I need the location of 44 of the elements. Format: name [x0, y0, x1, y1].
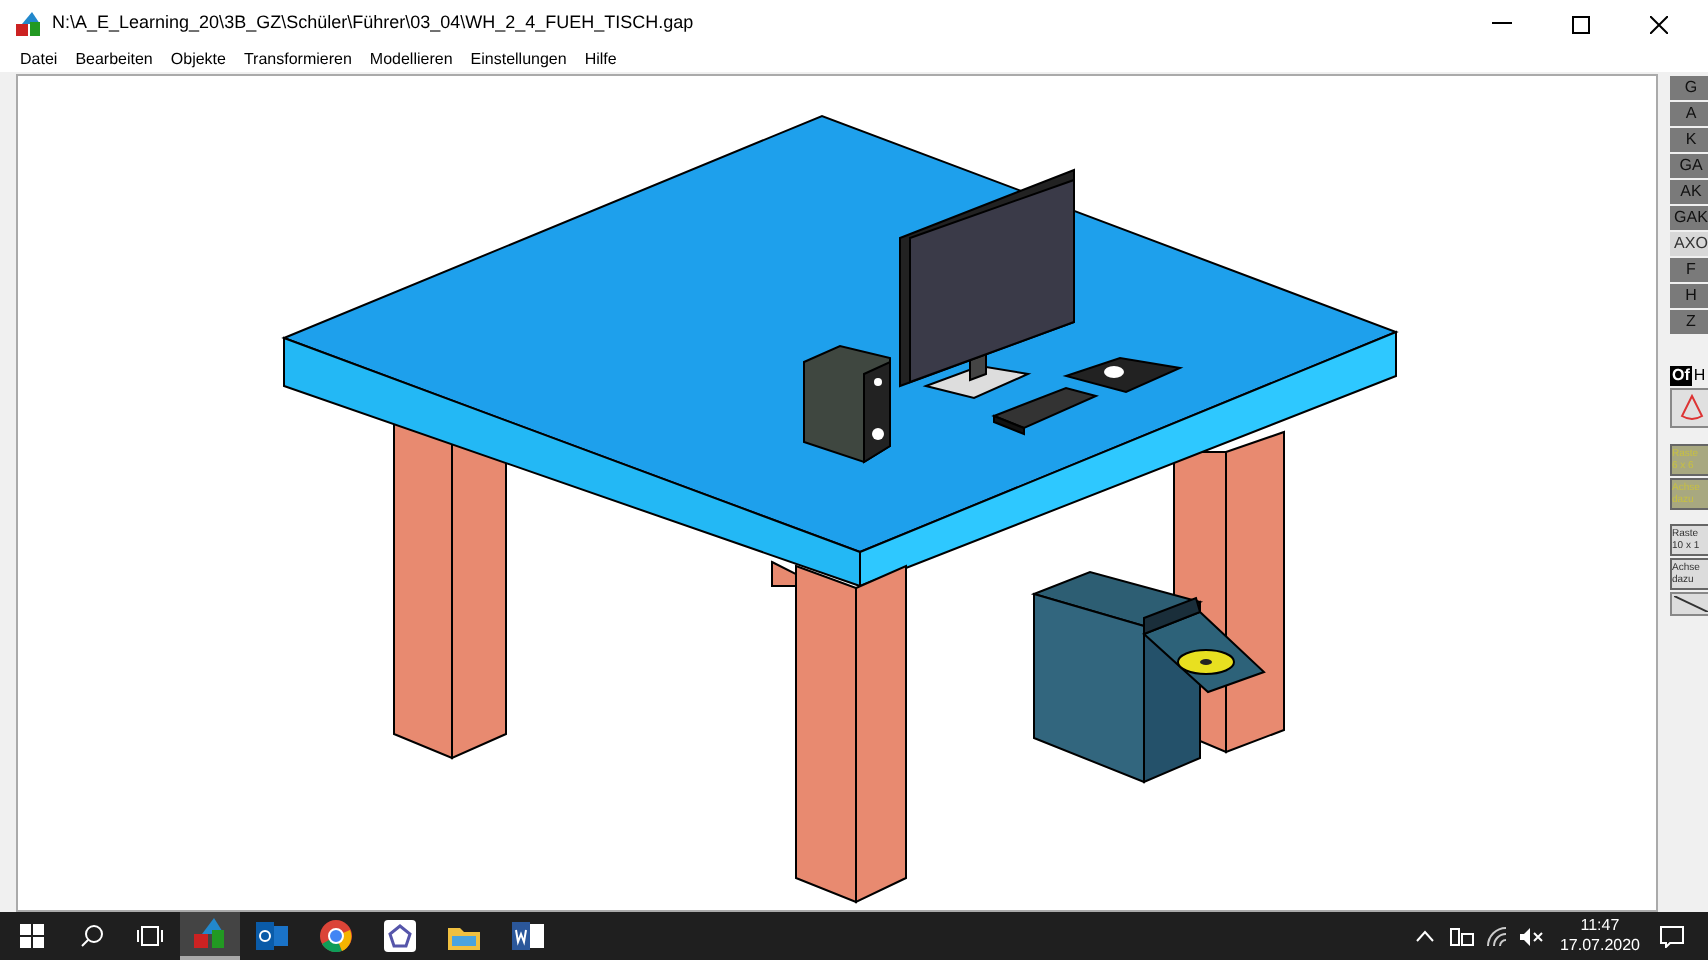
clock-time: 11:47: [1580, 916, 1620, 936]
task-view-icon: [136, 926, 164, 946]
app-icon: [16, 11, 42, 37]
chevron-up-icon[interactable]: [1415, 930, 1434, 942]
wifi-signal-icon[interactable]: [1485, 926, 1508, 946]
menu-item[interactable]: Modellieren: [369, 52, 453, 68]
view-button[interactable]: GA: [1670, 154, 1708, 178]
close-icon: [1649, 15, 1667, 33]
mode-label: H: [1691, 366, 1708, 386]
app-icon: [194, 918, 226, 950]
view-button[interactable]: H: [1670, 284, 1708, 308]
view-button[interactable]: F: [1670, 258, 1708, 282]
cone-icon: [1679, 394, 1703, 422]
view-button[interactable]: A: [1670, 102, 1708, 126]
folder-icon: [448, 923, 480, 949]
menu-item[interactable]: Bearbeiten: [75, 52, 153, 68]
notification-icon[interactable]: [1660, 925, 1684, 947]
menu-item[interactable]: Transformieren: [243, 52, 352, 68]
clock-date: 17.07.2020: [1559, 936, 1640, 956]
view-button[interactable]: GAK: [1670, 206, 1708, 230]
search-icon: [80, 924, 104, 948]
speaker-muted-icon[interactable]: [1519, 927, 1544, 945]
menu-item[interactable]: Einstellungen: [470, 52, 567, 68]
line-tool-button[interactable]: [1670, 592, 1708, 616]
browser-icon: [320, 920, 352, 952]
view-button[interactable]: AXO: [1670, 232, 1708, 256]
pentagon-app-icon: [384, 920, 416, 952]
view-button[interactable]: Z: [1670, 310, 1708, 334]
maximize-icon: [1571, 15, 1589, 33]
network-icon[interactable]: [1449, 927, 1474, 945]
view-button[interactable]: K: [1670, 128, 1708, 152]
windows-logo-icon: [20, 924, 44, 948]
view-button[interactable]: G: [1670, 76, 1708, 100]
view-button[interactable]: AK: [1670, 180, 1708, 204]
mode-label[interactable]: Of: [1670, 366, 1692, 386]
window-title: N:\A_E_Learning_20\3B_GZ\Schüler\Führer\03_04\WH_2_4_FUEH_TISCH.gap: [52, 10, 694, 37]
cone-tool-button[interactable]: [1670, 388, 1708, 428]
diagonal-line-icon: [1674, 596, 1708, 612]
document-app-icon: [512, 922, 544, 950]
menu-item[interactable]: Objekte: [170, 52, 226, 68]
mail-app-icon: [256, 922, 288, 950]
minimize-icon: [1492, 22, 1512, 26]
menu-item[interactable]: Hilfe: [584, 52, 617, 68]
menu-item[interactable]: Datei: [20, 52, 58, 68]
